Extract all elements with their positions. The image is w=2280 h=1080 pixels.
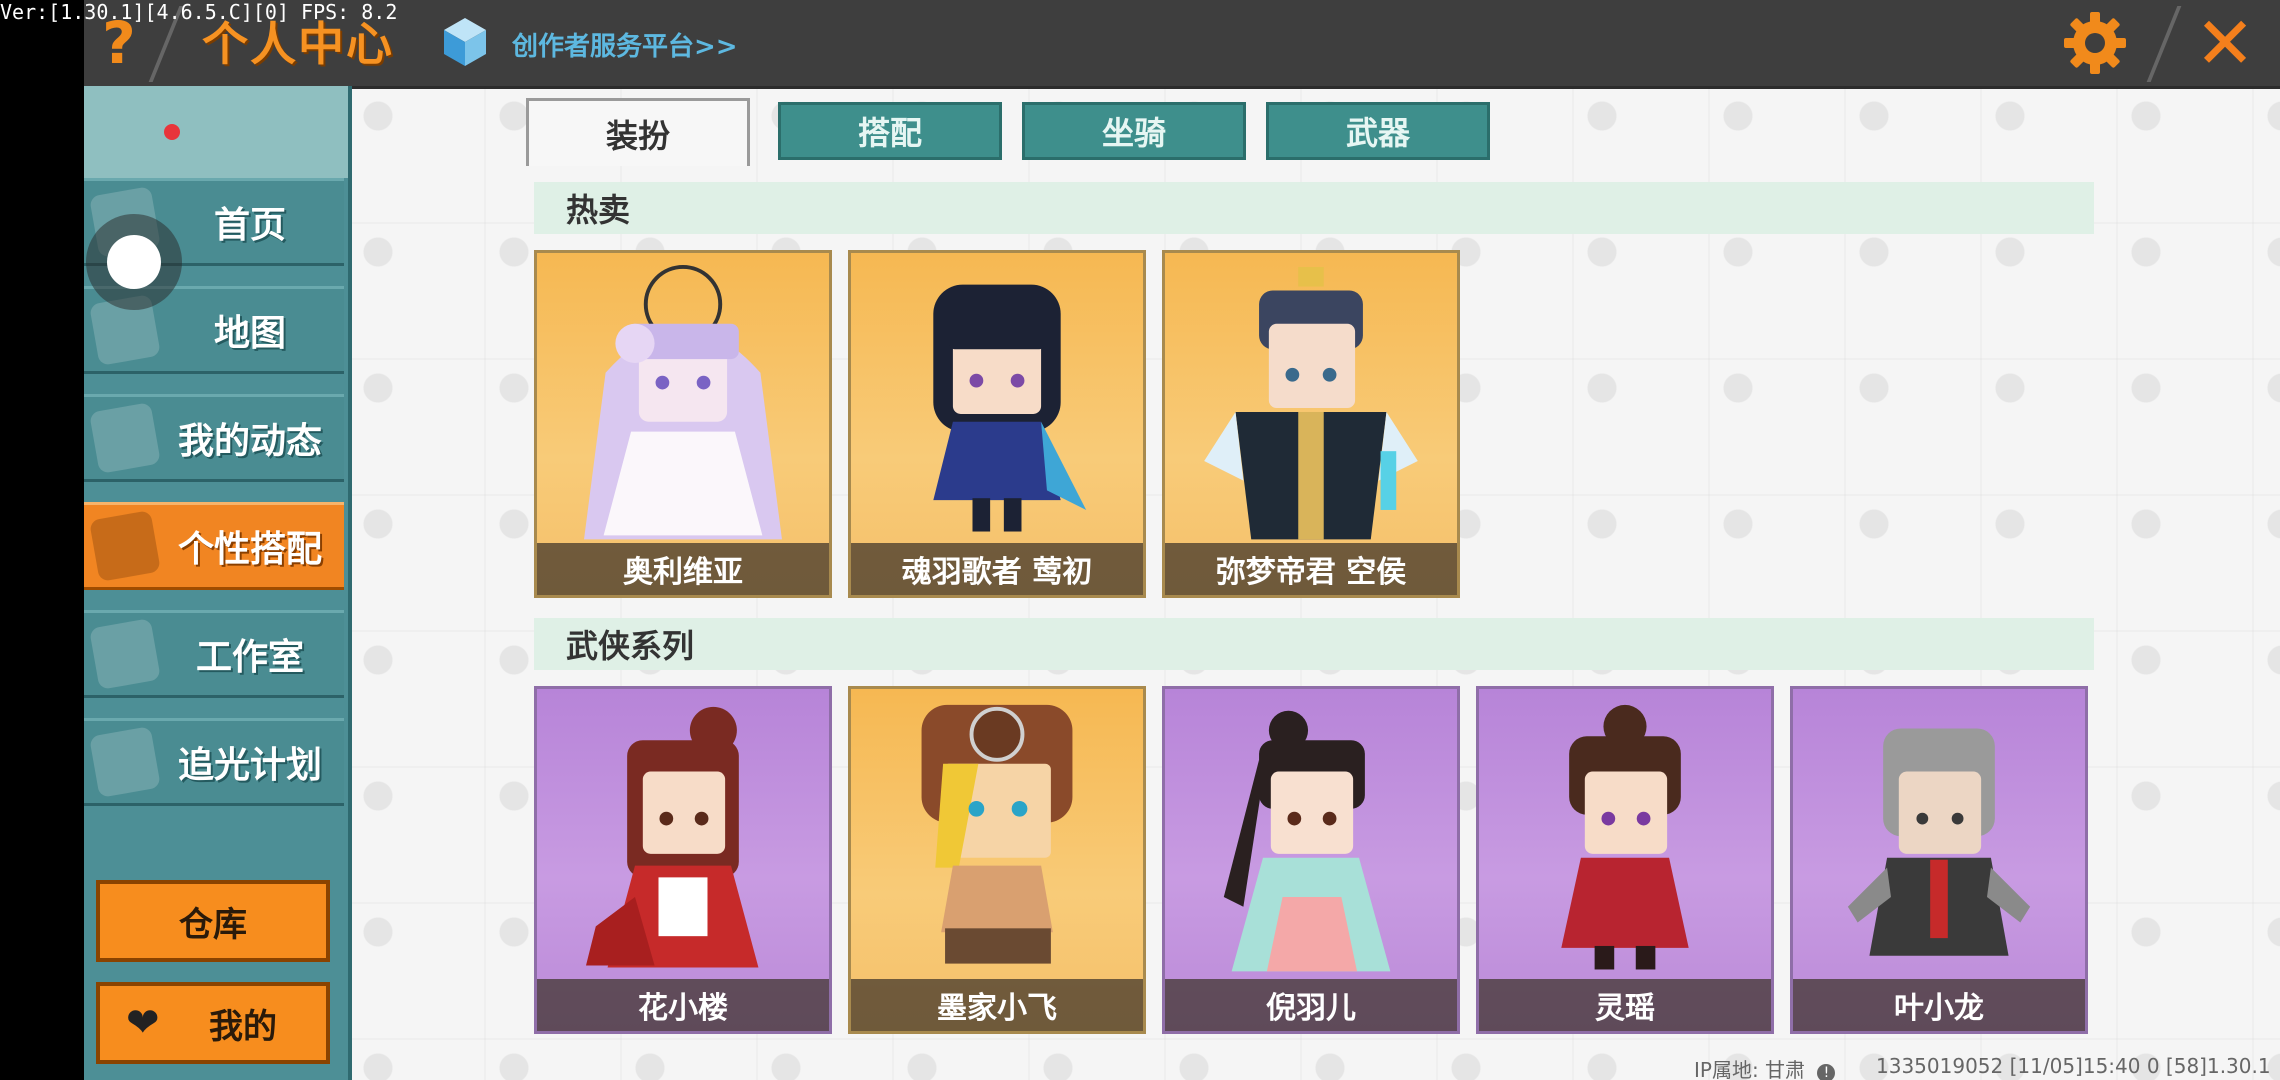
character-portrait [921,704,1073,964]
sidebar-item-studio[interactable]: 工作室 [84,610,344,698]
skin-card[interactable]: 灵瑶 [1476,686,1774,1034]
gear-icon[interactable] [2062,10,2128,76]
mine-label: 我的 [209,1006,277,1047]
top-bar: ? 个人中心 创作者服务平台>> ✕ [84,0,2280,89]
sidebar-item-label: 追光计划 [177,745,322,786]
mine-button[interactable]: ❤ 我的 [96,982,330,1064]
bell-icon [89,402,161,474]
skin-name: 弥梦帝君 空侯 [1165,543,1457,595]
sidebar-item-label: 我的动态 [177,421,322,462]
character-portrait [1847,728,2031,956]
skin-card[interactable]: 墨家小飞 [848,686,1146,1034]
sidebar-item-label: 地图 [213,313,286,354]
sidebar-item-label: 个性搭配 [177,529,322,570]
skin-card[interactable]: 倪羽儿 [1162,686,1460,1034]
outfit-icon [89,510,161,582]
character-portrait [1561,704,1689,970]
skin-card[interactable]: 魂羽歌者 莺初 [848,250,1146,598]
skin-name: 灵瑶 [1479,979,1771,1031]
skin-card[interactable]: 奥利维亚 [534,250,832,598]
ip-location: IP属地: 甘肃 ! [1694,1054,1836,1080]
character-portrait [1223,710,1391,972]
skin-name: 叶小龙 [1793,979,2085,1031]
sidebar-item-label: 工作室 [195,637,304,678]
tab-match[interactable]: 搭配 [778,102,1002,160]
sidebar-item-outfit[interactable]: 个性搭配 [84,502,344,590]
heart-icon: ❤ [126,1000,160,1046]
sidebar-item-activity[interactable]: 我的动态 [84,394,344,482]
character-portrait [585,706,759,968]
sidebar-item-label: 首页 [213,205,286,246]
joystick-knob[interactable] [107,235,161,289]
warehouse-label: 仓库 [179,904,247,945]
divider [2146,6,2182,82]
debug-overlay: Ver:[1.30.1][4.6.5.C][0] FPS: 8.2 [0,0,398,24]
character-portrait [1204,266,1418,540]
creator-platform-link[interactable]: 创作者服务平台>> [512,26,738,63]
skin-name: 倪羽儿 [1165,979,1457,1031]
studio-icon [89,618,161,690]
skin-card[interactable]: 花小楼 [534,686,832,1034]
info-icon[interactable]: ! [1817,1064,1836,1080]
character-portrait [933,284,1087,532]
skin-name: 墨家小飞 [851,979,1143,1031]
section-title-hot: 热卖 [534,182,2094,234]
skin-name: 奥利维亚 [537,543,829,595]
character-portrait [584,265,782,540]
sidebar-item-plan[interactable]: 追光计划 [84,718,344,806]
tab-weapon[interactable]: 武器 [1266,102,1490,160]
skin-card[interactable]: 叶小龙 [1790,686,2088,1034]
notification-dot [164,124,180,140]
account-info: 1335019052 [11/05]15:40 0 [58]1.30.1 [1876,1054,2271,1078]
plan-icon [89,726,161,798]
floating-joystick[interactable] [86,214,182,310]
tab-mount[interactable]: 坐骑 [1022,102,1246,160]
skin-name: 花小楼 [537,979,829,1031]
sidebar-header [84,86,348,178]
ip-location-text: IP属地: 甘肃 [1694,1058,1806,1080]
skin-card[interactable]: 弥梦帝君 空侯 [1162,250,1460,598]
app-stage: ? 个人中心 创作者服务平台>> ✕ 首页 地图 我的动态 个性搭配 工作室 追… [84,0,2280,1080]
cube-icon[interactable] [442,16,488,68]
section-title-wuxia: 武侠系列 [534,618,2094,670]
close-button[interactable]: ✕ [2190,7,2260,79]
tab-dress-up[interactable]: 装扮 [526,98,750,166]
skin-name: 魂羽歌者 莺初 [851,543,1143,595]
warehouse-button[interactable]: 仓库 [96,880,330,962]
